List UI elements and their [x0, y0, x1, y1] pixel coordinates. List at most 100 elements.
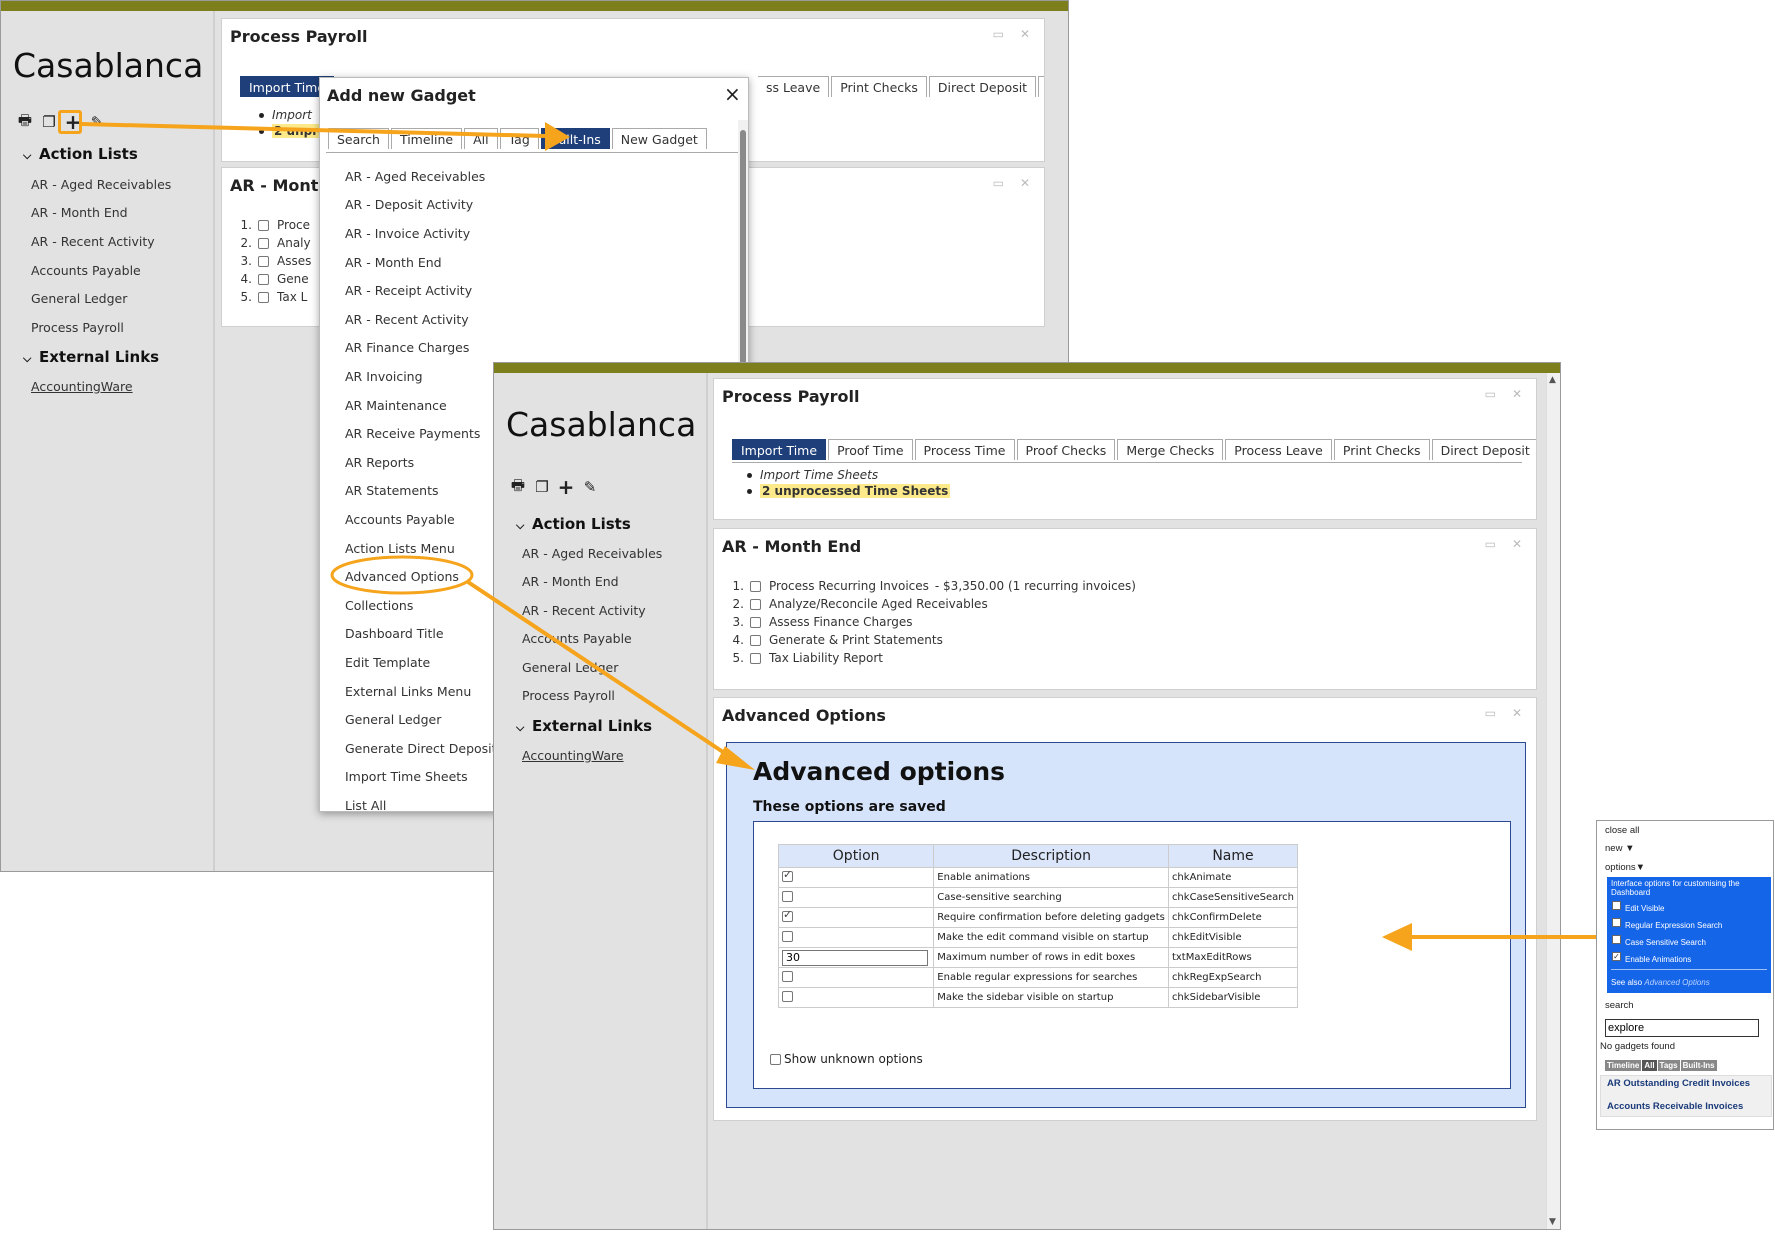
sidebar-item[interactable]: AR - Month End: [522, 574, 619, 589]
mini-tab-tags[interactable]: Tags: [1657, 1060, 1680, 1071]
resize-icon[interactable]: ▭: [1485, 537, 1496, 551]
edit-icon[interactable]: ✎: [582, 478, 598, 496]
scroll-up-icon[interactable]: ▲: [1549, 375, 1556, 385]
option-checkbox[interactable]: [782, 990, 793, 1002]
options-menu[interactable]: options▼: [1605, 862, 1645, 873]
gadget-item[interactable]: General Ledger: [345, 712, 441, 727]
gadget-item[interactable]: AR Finance Charges: [345, 340, 469, 355]
sidebar-item[interactable]: Accounts Payable: [522, 631, 632, 646]
option-checkbox[interactable]: [1612, 935, 1621, 944]
copy-icon[interactable]: ❐: [534, 478, 550, 496]
checkbox[interactable]: [258, 237, 269, 249]
printer-icon[interactable]: 🖶: [510, 476, 526, 495]
plus-icon[interactable]: +: [558, 475, 575, 499]
copy-icon[interactable]: ❐: [41, 113, 57, 131]
resize-icon[interactable]: ▭: [1485, 706, 1496, 720]
gadget-item[interactable]: AR Invoicing: [345, 369, 423, 384]
tab-built-ins[interactable]: Built-Ins: [540, 128, 610, 149]
close-icon[interactable]: ✕: [1512, 706, 1522, 720]
gadget-item[interactable]: AR - Recent Activity: [345, 312, 469, 327]
search-input[interactable]: [1605, 1019, 1759, 1037]
close-all-link[interactable]: close all: [1605, 825, 1639, 836]
gadget-item[interactable]: AR Reports: [345, 455, 414, 470]
checkbox[interactable]: [750, 598, 761, 610]
sidebar-item[interactable]: Process Payroll: [31, 320, 124, 335]
mini-tab-built-ins[interactable]: Built-Ins: [1680, 1060, 1717, 1071]
option-checkbox[interactable]: [1612, 918, 1621, 927]
edit-icon[interactable]: ✎: [89, 113, 105, 131]
sidebar-item[interactable]: Accounts Payable: [31, 263, 141, 278]
checkbox[interactable]: [750, 616, 761, 628]
sidebar-item[interactable]: General Ledger: [31, 291, 127, 306]
tab-merge-checks[interactable]: Merge Checks: [1117, 439, 1224, 460]
checkbox[interactable]: [750, 652, 761, 664]
gadget-item[interactable]: AR - Month End: [345, 255, 442, 270]
mini-tab-all[interactable]: All: [1642, 1060, 1657, 1071]
gadget-item[interactable]: External Links Menu: [345, 684, 471, 699]
option-checkbox[interactable]: [782, 908, 793, 922]
gadget-item[interactable]: AR - Deposit Activity: [345, 197, 473, 212]
sidebar-item[interactable]: AR - Recent Activity: [522, 603, 646, 618]
gadget-item[interactable]: AR Receive Payments: [345, 426, 480, 441]
gadget-item[interactable]: AR Maintenance: [345, 398, 447, 413]
tab-process-leave[interactable]: Process Leave: [1225, 439, 1332, 460]
tab-print-checks[interactable]: Print Checks: [1333, 439, 1430, 460]
dialog-close-button[interactable]: ×: [724, 82, 741, 106]
max-rows-input[interactable]: [782, 949, 928, 966]
tab[interactable]: Direct Deposit: [928, 76, 1037, 97]
close-icon[interactable]: ✕: [1512, 537, 1522, 551]
checkbox[interactable]: [258, 273, 269, 285]
gadget-item[interactable]: AR - Invoice Activity: [345, 226, 470, 241]
close-icon[interactable]: ✕: [1020, 176, 1030, 190]
new-menu[interactable]: new ▼: [1605, 843, 1634, 854]
gadget-item[interactable]: Collections: [345, 598, 413, 613]
mini-tab-timeline[interactable]: Timeline: [1605, 1060, 1642, 1071]
tab[interactable]: ss Leave: [758, 76, 830, 97]
sidebar-item[interactable]: AR - Recent Activity: [31, 234, 155, 249]
printer-icon[interactable]: 🖶: [17, 111, 33, 130]
tab-all[interactable]: All: [464, 128, 498, 149]
checkbox[interactable]: [258, 219, 269, 231]
option-checkbox[interactable]: [782, 930, 793, 942]
result-item[interactable]: Accounts Receivable Invoices: [1607, 1101, 1743, 1112]
option-checkbox[interactable]: [782, 890, 793, 902]
result-item[interactable]: AR Outstanding Credit Invoices: [1607, 1078, 1757, 1089]
gadget-item[interactable]: List All: [345, 798, 386, 811]
sidebar-link[interactable]: AccountingWare: [31, 379, 133, 394]
gadget-item[interactable]: Import Time Sheets: [345, 769, 468, 784]
tab-import-time[interactable]: Import Time: [732, 439, 827, 460]
checkbox[interactable]: [750, 580, 761, 592]
tab-search[interactable]: Search: [328, 128, 389, 149]
sidebar-item[interactable]: AR - Aged Receivables: [522, 546, 662, 561]
scroll-down-icon[interactable]: ▼: [1549, 1217, 1556, 1227]
tab-proof-checks[interactable]: Proof Checks: [1016, 439, 1116, 460]
tab-tag[interactable]: Tag: [499, 128, 539, 149]
close-icon[interactable]: ✕: [1020, 27, 1030, 41]
checkbox[interactable]: [258, 291, 269, 303]
resize-icon[interactable]: ▭: [993, 27, 1004, 41]
show-unknown-option[interactable]: Show unknown options: [770, 1052, 923, 1066]
scrollbar[interactable]: ▲ ▼: [1546, 373, 1560, 1229]
gadget-item[interactable]: Accounts Payable: [345, 512, 455, 527]
tab-process-time[interactable]: Process Time: [914, 439, 1015, 460]
resize-icon[interactable]: ▭: [993, 176, 1004, 190]
resize-icon[interactable]: ▭: [1485, 387, 1496, 401]
show-unknown-checkbox[interactable]: [770, 1053, 781, 1065]
gadget-item[interactable]: AR - Receipt Activity: [345, 283, 472, 298]
action-lists-heading[interactable]: ⌵ Action Lists: [516, 515, 631, 533]
external-links-heading[interactable]: ⌵ External Links: [23, 348, 159, 366]
tab-new-gadget[interactable]: New Gadget: [611, 128, 707, 149]
option-checkbox[interactable]: [1612, 901, 1621, 910]
option-checkbox[interactable]: [782, 868, 793, 882]
gadget-item[interactable]: Advanced Options: [345, 569, 459, 584]
tab[interactable]: Print Checks: [831, 76, 927, 97]
see-also-link[interactable]: Advanced Options: [1644, 978, 1709, 987]
sidebar-link[interactable]: AccountingWare: [522, 748, 624, 763]
tab-direct-deposit[interactable]: Direct Deposit: [1431, 439, 1536, 460]
option-checkbox[interactable]: [782, 970, 793, 982]
gadget-item[interactable]: Generate Direct Deposit: [345, 741, 497, 756]
sidebar-item[interactable]: AR - Aged Receivables: [31, 177, 171, 192]
tab-timeline[interactable]: Timeline: [390, 128, 463, 149]
list-item[interactable]: Import: [256, 107, 328, 123]
checkbox[interactable]: [258, 255, 269, 267]
